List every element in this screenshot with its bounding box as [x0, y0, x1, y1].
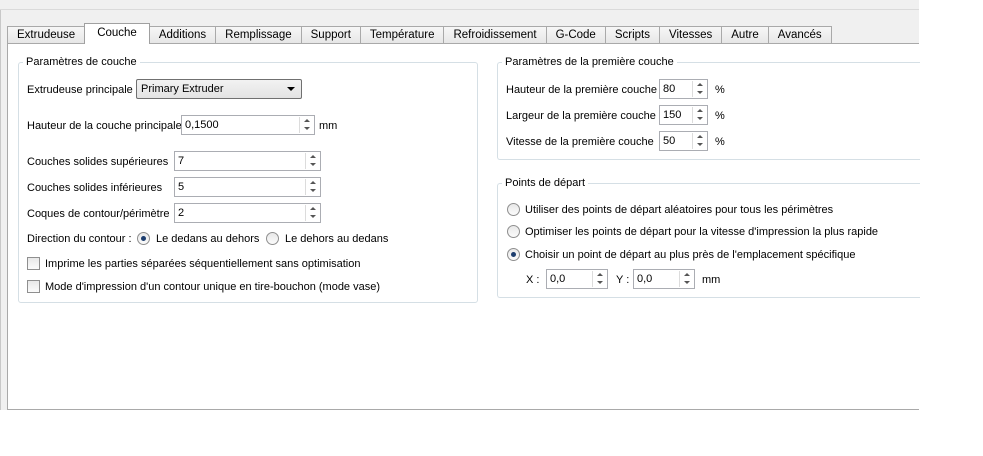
spin-up-icon[interactable]	[306, 179, 319, 187]
spin-arrows[interactable]	[592, 271, 606, 287]
tab-vitesses[interactable]: Vitesses	[659, 26, 723, 44]
shells-value: 2	[178, 207, 185, 219]
spin-arrows[interactable]	[299, 117, 313, 133]
spin-arrows[interactable]	[305, 205, 319, 221]
bottom-solid-label: Couches solides inférieures	[27, 182, 163, 194]
tab-couche[interactable]: Couche	[84, 23, 150, 44]
layer-height-value: 0,1500	[185, 119, 219, 131]
spin-down-icon[interactable]	[300, 125, 313, 133]
tab-extrudeuse[interactable]: Extrudeuse	[7, 26, 86, 44]
vase-mode-label[interactable]: Mode d'impression d'un contour unique en…	[45, 280, 380, 294]
chevron-down-icon	[287, 87, 295, 91]
spin-up-icon[interactable]	[693, 81, 706, 89]
main-extruder-label: Extrudeuse principale	[27, 84, 133, 96]
y-spinbox[interactable]: 0,0	[633, 269, 695, 289]
spin-down-icon[interactable]	[693, 115, 706, 123]
x-value: 0,0	[550, 273, 566, 285]
layer-height-spinbox[interactable]: 0,1500	[181, 115, 315, 135]
first-layer-speed-label: Vitesse de la première couche	[506, 136, 654, 148]
main-extruder-select[interactable]: Primary Extruder	[136, 79, 302, 99]
window-left-border	[0, 10, 1, 410]
y-value: 0,0	[637, 273, 653, 285]
radio-nearest-start-label[interactable]: Choisir un point de départ au plus près …	[525, 248, 855, 262]
first-layer-speed-value: 50	[663, 135, 676, 147]
tab-autre[interactable]: Autre	[721, 26, 769, 44]
spin-arrows[interactable]	[692, 133, 706, 149]
window-top-strip	[0, 0, 919, 10]
y-label: Y :	[616, 274, 630, 286]
spin-down-icon[interactable]	[306, 213, 319, 221]
tab-additions[interactable]: Additions	[148, 26, 217, 44]
spin-up-icon[interactable]	[680, 271, 693, 279]
percent-label: %	[715, 84, 725, 96]
first-layer-height-value: 80	[663, 83, 676, 95]
percent-label: %	[715, 110, 725, 122]
first-layer-width-label: Largeur de la première couche	[506, 110, 656, 122]
radio-inside-out[interactable]	[137, 232, 150, 245]
spin-up-icon[interactable]	[693, 107, 706, 115]
tab-bar: Extrudeuse Couche Additions Remplissage …	[0, 23, 919, 44]
radio-random-start-label[interactable]: Utiliser des points de départ aléatoires…	[525, 203, 833, 217]
vase-mode-checkbox[interactable]	[27, 280, 40, 293]
tab-page-couche: Paramètres de couche Extrudeuse principa…	[7, 43, 920, 410]
first-layer-speed-spinbox[interactable]: 50	[659, 131, 708, 151]
spin-arrows[interactable]	[692, 81, 706, 97]
top-solid-value: 7	[178, 155, 185, 167]
spin-up-icon[interactable]	[693, 133, 706, 141]
x-spinbox[interactable]: 0,0	[546, 269, 608, 289]
bottom-solid-spinbox[interactable]: 5	[174, 177, 321, 197]
radio-outside-in[interactable]	[266, 232, 279, 245]
percent-label: %	[715, 136, 725, 148]
tab-avances[interactable]: Avancés	[767, 26, 832, 44]
shells-label: Coques de contour/périmètre	[27, 208, 170, 220]
first-layer-width-value: 150	[663, 109, 682, 121]
layer-height-label: Hauteur de la couche principale	[27, 120, 182, 132]
spin-down-icon[interactable]	[593, 279, 606, 287]
radio-optimize-start[interactable]	[507, 225, 520, 238]
bottom-solid-value: 5	[178, 181, 185, 193]
spin-down-icon[interactable]	[693, 89, 706, 97]
tab-remplissage[interactable]: Remplissage	[215, 26, 302, 44]
tab-scripts[interactable]: Scripts	[604, 26, 660, 44]
layer-params-legend: Paramètres de couche	[26, 56, 137, 68]
spin-down-icon[interactable]	[306, 161, 319, 169]
shells-spinbox[interactable]: 2	[174, 203, 321, 223]
first-layer-width-spinbox[interactable]: 150	[659, 105, 708, 125]
top-solid-spinbox[interactable]: 7	[174, 151, 321, 171]
spin-arrows[interactable]	[692, 107, 706, 123]
top-solid-label: Couches solides supérieures	[27, 156, 169, 168]
radio-inside-out-label[interactable]: Le dedans au dehors	[156, 232, 259, 246]
spin-arrows[interactable]	[305, 179, 319, 195]
spin-up-icon[interactable]	[593, 271, 606, 279]
spin-up-icon[interactable]	[306, 153, 319, 161]
first-layer-height-label: Hauteur de la première couche	[506, 84, 658, 96]
start-points-legend: Points de départ	[505, 177, 586, 189]
radio-outside-in-label[interactable]: Le dehors au dedans	[285, 232, 388, 246]
spin-arrows[interactable]	[679, 271, 693, 287]
first-layer-legend: Paramètres de la première couche	[505, 56, 674, 68]
spin-up-icon[interactable]	[300, 117, 313, 125]
settings-window: Extrudeuse Couche Additions Remplissage …	[0, 0, 920, 410]
spin-arrows[interactable]	[305, 153, 319, 169]
spin-up-icon[interactable]	[306, 205, 319, 213]
spin-down-icon[interactable]	[306, 187, 319, 195]
start-point-unit: mm	[702, 274, 721, 286]
x-label: X :	[526, 274, 540, 286]
tab-gcode[interactable]: G-Code	[545, 26, 606, 44]
sequential-label[interactable]: Imprime les parties séparées séquentiell…	[45, 257, 361, 271]
layer-height-unit: mm	[319, 120, 338, 132]
tab-refroidissement[interactable]: Refroidissement	[443, 26, 547, 44]
first-layer-height-spinbox[interactable]: 80	[659, 79, 708, 99]
direction-label: Direction du contour :	[27, 233, 132, 245]
radio-random-start[interactable]	[507, 203, 520, 216]
spin-down-icon[interactable]	[680, 279, 693, 287]
radio-nearest-start[interactable]	[507, 248, 520, 261]
sequential-checkbox[interactable]	[27, 257, 40, 270]
main-extruder-value: Primary Extruder	[141, 83, 224, 95]
spin-down-icon[interactable]	[693, 141, 706, 149]
tab-support[interactable]: Support	[300, 26, 361, 44]
tab-temperature[interactable]: Température	[359, 26, 445, 44]
radio-optimize-start-label[interactable]: Optimiser les points de départ pour la v…	[525, 225, 878, 239]
